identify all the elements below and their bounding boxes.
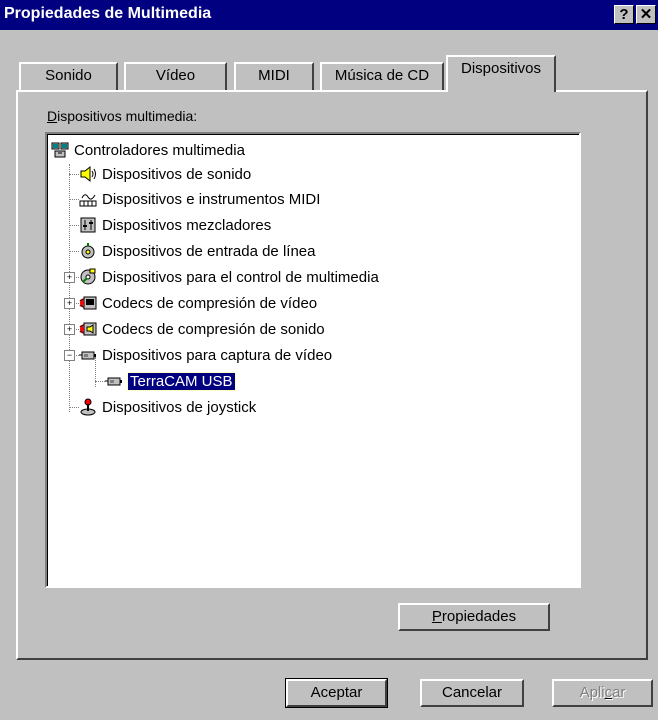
close-icon: ✕: [639, 6, 653, 23]
button-label: Apli: [579, 684, 605, 701]
apply-button[interactable]: Aplicar: [552, 679, 653, 707]
tab-video[interactable]: Vídeo: [124, 62, 227, 90]
tree-item-line-input-devices[interactable]: Dispositivos de entrada de línea: [79, 239, 315, 263]
tree-item-label: Codecs de compresión de sonido: [102, 320, 325, 338]
tree-item-label: Dispositivos de sonido: [102, 165, 252, 183]
plus-icon: +: [66, 324, 73, 334]
tree-item-label: Dispositivos de joystick: [102, 398, 257, 416]
tree-item-audio-codecs[interactable]: Codecs de compresión de sonido: [79, 317, 325, 341]
tree-line: [69, 174, 79, 175]
devices-label: Dispositivos multimedia:: [47, 108, 197, 124]
tree-item-midi-devices[interactable]: Dispositivos e instrumentos MIDI: [79, 187, 320, 211]
label-text: ispositivos multimedia:: [57, 108, 198, 124]
tree-line: [69, 251, 79, 252]
expand-button[interactable]: +: [64, 324, 75, 335]
webcam-icon: [105, 372, 123, 390]
mixer-icon: [79, 216, 97, 234]
close-button[interactable]: ✕: [636, 5, 656, 24]
tree-item-joystick-devices[interactable]: Dispositivos de joystick: [79, 395, 256, 419]
midi-icon: [79, 190, 97, 208]
tree-line: [69, 225, 79, 226]
tree-item-label: Dispositivos para captura de vídeo: [102, 346, 333, 364]
help-button[interactable]: ?: [614, 5, 634, 24]
tree-item-video-codecs[interactable]: Codecs de compresión de vídeo: [79, 291, 317, 315]
tree-item-label: Controladores multimedia: [74, 141, 245, 159]
collapse-button[interactable]: −: [64, 350, 75, 361]
audio-codec-icon: [79, 320, 97, 338]
multimedia-controllers-icon: [51, 141, 69, 159]
tab-label: Música de CD: [334, 67, 430, 84]
cancel-button[interactable]: Cancelar: [420, 679, 524, 707]
video-codec-icon: [79, 294, 97, 312]
tree-item-sound-devices[interactable]: Dispositivos de sonido: [79, 162, 251, 186]
tab-midi[interactable]: MIDI: [234, 62, 314, 90]
tab-label: Vídeo: [155, 67, 196, 84]
tab-musica-cd[interactable]: Música de CD: [320, 62, 444, 90]
tab-label: Dispositivos: [460, 60, 542, 77]
devices-tree[interactable]: Controladores multimedia Dispositivos de…: [45, 132, 581, 588]
tree-line: [69, 164, 70, 412]
joystick-icon: [79, 398, 97, 416]
tree-item-video-capture-devices[interactable]: Dispositivos para captura de vídeo: [79, 343, 332, 367]
tree-item-label: Dispositivos e instrumentos MIDI: [102, 190, 321, 208]
capture-device-icon: [79, 346, 97, 364]
tab-label: MIDI: [258, 67, 290, 84]
expand-button[interactable]: +: [64, 298, 75, 309]
tree-item-mixer-devices[interactable]: Dispositivos mezcladores: [79, 213, 271, 237]
tree-line: [69, 199, 79, 200]
button-label: Aceptar: [310, 684, 363, 701]
accept-button[interactable]: Aceptar: [285, 678, 388, 708]
expand-button[interactable]: +: [64, 272, 75, 283]
mnemonic: c: [604, 684, 613, 701]
tree-item-label: Codecs de compresión de vídeo: [102, 294, 318, 312]
tree-line: [69, 407, 79, 408]
tree-item-label: Dispositivos de entrada de línea: [102, 242, 316, 260]
tree-item-terracam-usb[interactable]: TerraCAM USB: [105, 369, 236, 393]
tree-item-label: TerraCAM USB: [127, 371, 236, 391]
tree-item-media-control-devices[interactable]: Dispositivos para el control de multimed…: [79, 265, 379, 289]
title-bar: Propiedades de Multimedia ? ✕: [0, 0, 658, 30]
window-title: Propiedades de Multimedia: [4, 5, 212, 22]
button-label: ar: [612, 684, 626, 701]
minus-icon: −: [66, 350, 73, 360]
plus-icon: +: [66, 272, 73, 282]
tree-item-label: Dispositivos para el control de multimed…: [102, 268, 379, 286]
mnemonic: D: [47, 108, 58, 124]
tree-item-label: Dispositivos mezcladores: [102, 216, 272, 234]
help-icon: ?: [619, 6, 629, 23]
tree-item-root[interactable]: Controladores multimedia: [51, 138, 245, 162]
media-control-icon: [79, 268, 97, 286]
tab-sonido[interactable]: Sonido: [19, 62, 118, 90]
button-label: Cancelar: [441, 684, 503, 701]
tab-label: Sonido: [45, 67, 92, 84]
tree-line: [95, 381, 105, 382]
tab-dispositivos[interactable]: Dispositivos: [446, 55, 556, 92]
line-input-icon: [79, 242, 97, 260]
speaker-icon: [79, 165, 97, 183]
plus-icon: +: [66, 298, 73, 308]
